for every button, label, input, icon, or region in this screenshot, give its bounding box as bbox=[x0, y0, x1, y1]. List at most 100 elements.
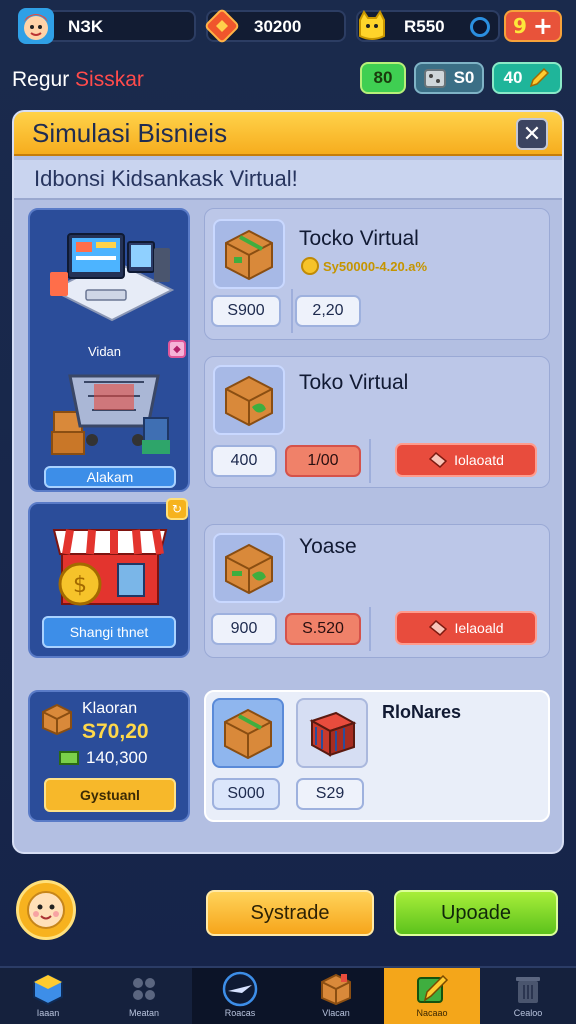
cash-icon bbox=[59, 751, 79, 765]
resource-bar: NЗK 30200 R550 9 + bbox=[10, 6, 566, 46]
price-field[interactable]: 900 bbox=[211, 613, 277, 645]
coin-resource[interactable]: R550 bbox=[356, 10, 500, 42]
pencil-icon bbox=[530, 67, 550, 88]
region-name: Sisskar bbox=[75, 68, 144, 91]
price-field[interactable]: S900 bbox=[211, 295, 281, 327]
panel-subtitle: Idbonsi Kidsankask Virtual! bbox=[34, 166, 298, 191]
shop-button[interactable]: Shangi thnet bbox=[42, 616, 176, 648]
nav-item-travel[interactable]: Roacas bbox=[192, 968, 288, 1024]
nav-item-menu[interactable]: Meatan bbox=[96, 968, 192, 1024]
nav-item-shop[interactable]: Vlacan bbox=[288, 968, 384, 1024]
stock-field[interactable]: 1/00 bbox=[285, 445, 361, 477]
systrade-button[interactable]: Systrade bbox=[206, 890, 374, 936]
nav-item-delete[interactable]: Cealoo bbox=[480, 968, 576, 1024]
gem-resource[interactable]: 30200 bbox=[205, 9, 346, 43]
stock-field[interactable]: 2,20 bbox=[295, 295, 361, 327]
product-title: Tocko Virtual bbox=[299, 227, 419, 250]
sell-button[interactable]: Ielaoald bbox=[395, 611, 537, 645]
product-title: Toko Virtual bbox=[299, 371, 409, 394]
cube-icon bbox=[30, 972, 66, 1006]
computer-setup-icon bbox=[49, 233, 175, 322]
earnings-value: S70,20 bbox=[82, 720, 149, 743]
product-title: Yoase bbox=[299, 535, 357, 558]
store-setup-tile[interactable]: Vidan ◆ Alakam bbox=[28, 208, 190, 492]
divider bbox=[291, 289, 293, 333]
product-title: RloNares bbox=[382, 702, 462, 722]
stock-field[interactable]: S29 bbox=[296, 778, 364, 810]
earnings-title: Klaoran bbox=[82, 700, 138, 717]
tile-label-top: Vidan bbox=[88, 344, 122, 359]
boost-add-button[interactable]: 9 + bbox=[504, 10, 562, 42]
nav-label: Vlacan bbox=[322, 1008, 350, 1018]
close-button[interactable]: ✕ bbox=[516, 118, 548, 150]
upgrade-button[interactable]: Upoade bbox=[394, 890, 558, 936]
box-icon bbox=[318, 972, 354, 1006]
plus-icon: + bbox=[532, 12, 554, 40]
product-card[interactable]: RloNares S000 S29 bbox=[204, 690, 550, 822]
box-icon bbox=[42, 703, 72, 736]
svg-text:$: $ bbox=[73, 573, 87, 598]
mascot-icon[interactable] bbox=[16, 880, 76, 940]
sell-label: Iolaoatd bbox=[454, 452, 504, 468]
region-title: Regur Sisskar bbox=[12, 68, 144, 92]
product-icon bbox=[213, 219, 285, 289]
bottom-nav: Iaaan Meatan Roacas Vlacan Nacaao Cealoo bbox=[0, 966, 576, 1024]
player-resource[interactable]: NЗK bbox=[18, 8, 196, 44]
xp-chip[interactable]: 40 bbox=[492, 62, 562, 94]
storefront-icon: $ bbox=[52, 529, 168, 606]
stock-field[interactable]: S.520 bbox=[285, 613, 361, 645]
package-icon bbox=[225, 229, 273, 281]
avatar-icon bbox=[16, 6, 56, 46]
dice-value: S0 bbox=[453, 68, 475, 87]
boost-count: 9 bbox=[512, 14, 527, 38]
divider bbox=[369, 607, 371, 651]
product-icon bbox=[296, 698, 368, 768]
panel-subheader: Idbonsi Kidsankask Virtual! bbox=[14, 160, 562, 200]
package-icon bbox=[225, 375, 273, 427]
dice-icon bbox=[423, 69, 446, 88]
earnings-sub: 140,300 bbox=[86, 748, 148, 767]
dice-chip[interactable]: S0 bbox=[414, 62, 484, 94]
product-income: Sy50000-4.20.a% bbox=[301, 257, 427, 275]
shopping-cart-icon bbox=[51, 374, 170, 455]
dots-icon bbox=[126, 972, 162, 1006]
sell-label: Ielaoald bbox=[454, 620, 504, 636]
product-card[interactable]: Tocko Virtual Sy50000-4.20.a% S900 2,20 bbox=[204, 208, 550, 340]
gem-count: 30200 bbox=[254, 17, 302, 36]
level-value: 80 bbox=[373, 68, 393, 87]
hand-icon bbox=[428, 451, 448, 469]
product-icon bbox=[213, 533, 285, 603]
price-field[interactable]: 400 bbox=[211, 445, 277, 477]
sell-button[interactable]: Iolaoatd bbox=[395, 443, 537, 477]
level-chip[interactable]: 80 bbox=[360, 62, 406, 94]
product-icon bbox=[213, 365, 285, 435]
nav-label: Nacaao bbox=[416, 1008, 448, 1018]
coin-icon bbox=[301, 257, 319, 275]
price-field[interactable]: S000 bbox=[212, 778, 280, 810]
earnings-tile: Klaoran S70,20 140,300 Gystuanl bbox=[28, 690, 190, 822]
plane-icon bbox=[222, 971, 258, 1007]
product-card[interactable]: Toko Virtual 400 1/00 Iolaoatd bbox=[204, 356, 550, 488]
shop-tile[interactable]: ↻ $ Shangi thnet bbox=[28, 498, 190, 658]
product-card[interactable]: Yoase 900 S.520 Ielaoald bbox=[204, 524, 550, 658]
status-row: Regur Sisskar 80 S0 40 bbox=[0, 62, 576, 98]
earnings-button[interactable]: Gystuanl bbox=[44, 778, 176, 812]
nav-label: Roacas bbox=[224, 1008, 256, 1018]
nav-item-tasks[interactable]: Nacaao bbox=[384, 968, 480, 1024]
nav-label: Iaaan bbox=[36, 1008, 60, 1018]
divider bbox=[369, 439, 371, 483]
hand-icon bbox=[429, 619, 448, 637]
nav-item-home[interactable]: Iaaan bbox=[0, 968, 96, 1024]
region-prefix: Regur bbox=[12, 68, 70, 91]
business-panel: Simulasi Bisnieis ✕ Idbonsi Kidsankask V… bbox=[12, 110, 564, 854]
tile-main-button[interactable]: Alakam bbox=[44, 466, 176, 488]
panel-title: Simulasi Bisnieis bbox=[32, 118, 228, 148]
product-income-text: Sy50000-4.20.a% bbox=[323, 258, 428, 274]
nav-label: Meatan bbox=[128, 1008, 160, 1018]
gem-icon bbox=[202, 6, 242, 46]
package-icon bbox=[225, 543, 273, 595]
refresh-icon[interactable] bbox=[470, 17, 490, 37]
character-coin-icon bbox=[352, 6, 392, 46]
crate-icon bbox=[309, 711, 357, 757]
product-icon bbox=[212, 698, 284, 768]
